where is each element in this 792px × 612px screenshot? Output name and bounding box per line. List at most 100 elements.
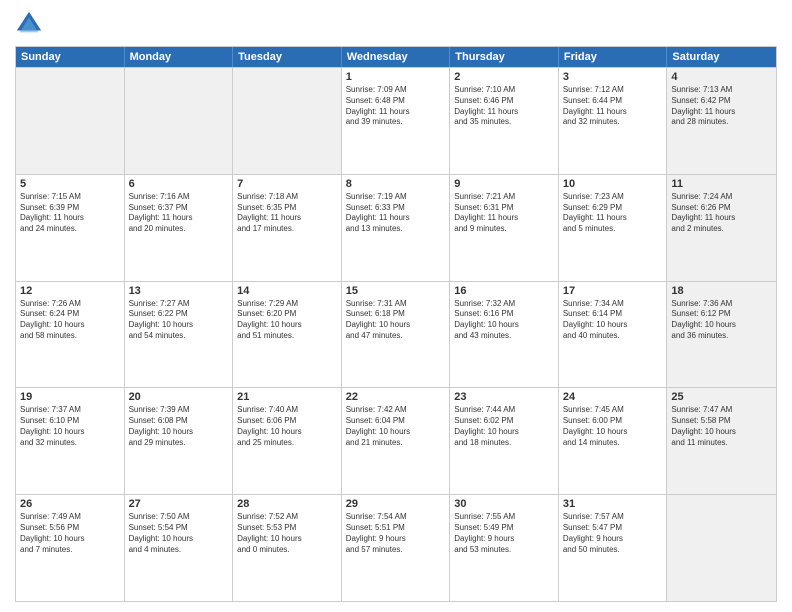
- header-day-monday: Monday: [125, 47, 234, 67]
- calendar-row-4: 26 Sunrise: 7:49 AM Sunset: 5:56 PM Dayli…: [16, 494, 776, 601]
- day-info: Sunrise: 7:42 AM Sunset: 6:04 PM Dayligh…: [346, 405, 446, 448]
- calendar-cell: 1Sunrise: 7:09 AM Sunset: 6:48 PM Daylig…: [342, 68, 451, 174]
- day-number: 21: [237, 391, 337, 403]
- page: SundayMondayTuesdayWednesdayThursdayFrid…: [0, 0, 792, 612]
- day-info: Sunrise: 7:29 AM Sunset: 6:20 PM Dayligh…: [237, 299, 337, 342]
- day-info: Sunrise: 7:57 AM Sunset: 5:47 PM Dayligh…: [563, 512, 663, 555]
- day-number: 6: [129, 178, 229, 190]
- calendar-cell: 6 Sunrise: 7:16 AM Sunset: 6:37 PM Daylig…: [125, 175, 234, 281]
- day-info: Sunrise: 7:47 AM Sunset: 5:58 PM Dayligh…: [671, 405, 772, 448]
- day-number: 1: [346, 71, 446, 83]
- day-info: Sunrise: 7:16 AM Sunset: 6:37 PM Dayligh…: [129, 192, 229, 235]
- calendar-cell: 25 Sunrise: 7:47 AM Sunset: 5:58 PM Dayli…: [667, 388, 776, 494]
- calendar-cell: 30 Sunrise: 7:55 AM Sunset: 5:49 PM Dayli…: [450, 495, 559, 601]
- day-number: 20: [129, 391, 229, 403]
- day-info: Sunrise: 7:27 AM Sunset: 6:22 PM Dayligh…: [129, 299, 229, 342]
- day-info: Sunrise: 7:44 AM Sunset: 6:02 PM Dayligh…: [454, 405, 554, 448]
- day-number: 5: [20, 178, 120, 190]
- day-number: 3: [563, 71, 663, 83]
- calendar-cell: 31 Sunrise: 7:57 AM Sunset: 5:47 PM Dayli…: [559, 495, 668, 601]
- calendar-header: SundayMondayTuesdayWednesdayThursdayFrid…: [16, 47, 776, 67]
- day-number: 2: [454, 71, 554, 83]
- day-number: 7: [237, 178, 337, 190]
- day-number: 15: [346, 285, 446, 297]
- day-info: Sunrise: 7:40 AM Sunset: 6:06 PM Dayligh…: [237, 405, 337, 448]
- day-info: Sunrise: 7:54 AM Sunset: 5:51 PM Dayligh…: [346, 512, 446, 555]
- day-info: Sunrise: 7:26 AM Sunset: 6:24 PM Dayligh…: [20, 299, 120, 342]
- day-number: 9: [454, 178, 554, 190]
- header: [15, 10, 777, 38]
- calendar-cell: 24Sunrise: 7:45 AM Sunset: 6:00 PM Dayli…: [559, 388, 668, 494]
- day-number: 18: [671, 285, 772, 297]
- calendar-cell: 3 Sunrise: 7:12 AM Sunset: 6:44 PM Daylig…: [559, 68, 668, 174]
- calendar-cell: 27Sunrise: 7:50 AM Sunset: 5:54 PM Dayli…: [125, 495, 234, 601]
- calendar-cell: 20 Sunrise: 7:39 AM Sunset: 6:08 PM Dayli…: [125, 388, 234, 494]
- day-info: Sunrise: 7:24 AM Sunset: 6:26 PM Dayligh…: [671, 192, 772, 235]
- calendar-cell: 11 Sunrise: 7:24 AM Sunset: 6:26 PM Dayli…: [667, 175, 776, 281]
- calendar-cell: 29 Sunrise: 7:54 AM Sunset: 5:51 PM Dayli…: [342, 495, 451, 601]
- day-number: 8: [346, 178, 446, 190]
- day-number: 24: [563, 391, 663, 403]
- day-number: 30: [454, 498, 554, 510]
- day-info: Sunrise: 7:19 AM Sunset: 6:33 PM Dayligh…: [346, 192, 446, 235]
- calendar-cell: 19 Sunrise: 7:37 AM Sunset: 6:10 PM Dayli…: [16, 388, 125, 494]
- day-info: Sunrise: 7:39 AM Sunset: 6:08 PM Dayligh…: [129, 405, 229, 448]
- day-number: 22: [346, 391, 446, 403]
- day-info: Sunrise: 7:12 AM Sunset: 6:44 PM Dayligh…: [563, 85, 663, 128]
- calendar-cell: [667, 495, 776, 601]
- calendar-body: 1Sunrise: 7:09 AM Sunset: 6:48 PM Daylig…: [16, 67, 776, 601]
- calendar: SundayMondayTuesdayWednesdayThursdayFrid…: [15, 46, 777, 602]
- day-info: Sunrise: 7:23 AM Sunset: 6:29 PM Dayligh…: [563, 192, 663, 235]
- day-info: Sunrise: 7:36 AM Sunset: 6:12 PM Dayligh…: [671, 299, 772, 342]
- calendar-cell: 4Sunrise: 7:13 AM Sunset: 6:42 PM Daylig…: [667, 68, 776, 174]
- header-day-friday: Friday: [559, 47, 668, 67]
- day-number: 12: [20, 285, 120, 297]
- day-number: 17: [563, 285, 663, 297]
- logo: [15, 10, 46, 38]
- header-day-wednesday: Wednesday: [342, 47, 451, 67]
- day-info: Sunrise: 7:55 AM Sunset: 5:49 PM Dayligh…: [454, 512, 554, 555]
- day-info: Sunrise: 7:31 AM Sunset: 6:18 PM Dayligh…: [346, 299, 446, 342]
- day-info: Sunrise: 7:32 AM Sunset: 6:16 PM Dayligh…: [454, 299, 554, 342]
- day-number: 10: [563, 178, 663, 190]
- day-info: Sunrise: 7:49 AM Sunset: 5:56 PM Dayligh…: [20, 512, 120, 555]
- day-number: 13: [129, 285, 229, 297]
- calendar-cell: [16, 68, 125, 174]
- logo-icon: [15, 10, 43, 38]
- calendar-cell: 15 Sunrise: 7:31 AM Sunset: 6:18 PM Dayli…: [342, 282, 451, 388]
- calendar-cell: 13 Sunrise: 7:27 AM Sunset: 6:22 PM Dayli…: [125, 282, 234, 388]
- calendar-row-1: 5 Sunrise: 7:15 AM Sunset: 6:39 PM Daylig…: [16, 174, 776, 281]
- calendar-cell: 16 Sunrise: 7:32 AM Sunset: 6:16 PM Dayli…: [450, 282, 559, 388]
- calendar-cell: 7Sunrise: 7:18 AM Sunset: 6:35 PM Daylig…: [233, 175, 342, 281]
- calendar-row-0: 1Sunrise: 7:09 AM Sunset: 6:48 PM Daylig…: [16, 67, 776, 174]
- calendar-cell: 22 Sunrise: 7:42 AM Sunset: 6:04 PM Dayli…: [342, 388, 451, 494]
- header-day-tuesday: Tuesday: [233, 47, 342, 67]
- day-number: 29: [346, 498, 446, 510]
- calendar-cell: 5 Sunrise: 7:15 AM Sunset: 6:39 PM Daylig…: [16, 175, 125, 281]
- day-number: 25: [671, 391, 772, 403]
- header-day-saturday: Saturday: [667, 47, 776, 67]
- calendar-cell: 23 Sunrise: 7:44 AM Sunset: 6:02 PM Dayli…: [450, 388, 559, 494]
- calendar-cell: 28Sunrise: 7:52 AM Sunset: 5:53 PM Dayli…: [233, 495, 342, 601]
- day-number: 23: [454, 391, 554, 403]
- day-info: Sunrise: 7:10 AM Sunset: 6:46 PM Dayligh…: [454, 85, 554, 128]
- day-number: 31: [563, 498, 663, 510]
- day-number: 14: [237, 285, 337, 297]
- calendar-cell: 2 Sunrise: 7:10 AM Sunset: 6:46 PM Daylig…: [450, 68, 559, 174]
- calendar-cell: 12 Sunrise: 7:26 AM Sunset: 6:24 PM Dayli…: [16, 282, 125, 388]
- day-info: Sunrise: 7:15 AM Sunset: 6:39 PM Dayligh…: [20, 192, 120, 235]
- day-number: 26: [20, 498, 120, 510]
- calendar-cell: 14 Sunrise: 7:29 AM Sunset: 6:20 PM Dayli…: [233, 282, 342, 388]
- day-info: Sunrise: 7:13 AM Sunset: 6:42 PM Dayligh…: [671, 85, 772, 128]
- day-number: 16: [454, 285, 554, 297]
- calendar-cell: 26 Sunrise: 7:49 AM Sunset: 5:56 PM Dayli…: [16, 495, 125, 601]
- calendar-cell: [125, 68, 234, 174]
- day-info: Sunrise: 7:21 AM Sunset: 6:31 PM Dayligh…: [454, 192, 554, 235]
- calendar-cell: 17 Sunrise: 7:34 AM Sunset: 6:14 PM Dayli…: [559, 282, 668, 388]
- day-number: 19: [20, 391, 120, 403]
- calendar-cell: [233, 68, 342, 174]
- calendar-row-2: 12 Sunrise: 7:26 AM Sunset: 6:24 PM Dayli…: [16, 281, 776, 388]
- day-number: 11: [671, 178, 772, 190]
- day-info: Sunrise: 7:37 AM Sunset: 6:10 PM Dayligh…: [20, 405, 120, 448]
- day-info: Sunrise: 7:34 AM Sunset: 6:14 PM Dayligh…: [563, 299, 663, 342]
